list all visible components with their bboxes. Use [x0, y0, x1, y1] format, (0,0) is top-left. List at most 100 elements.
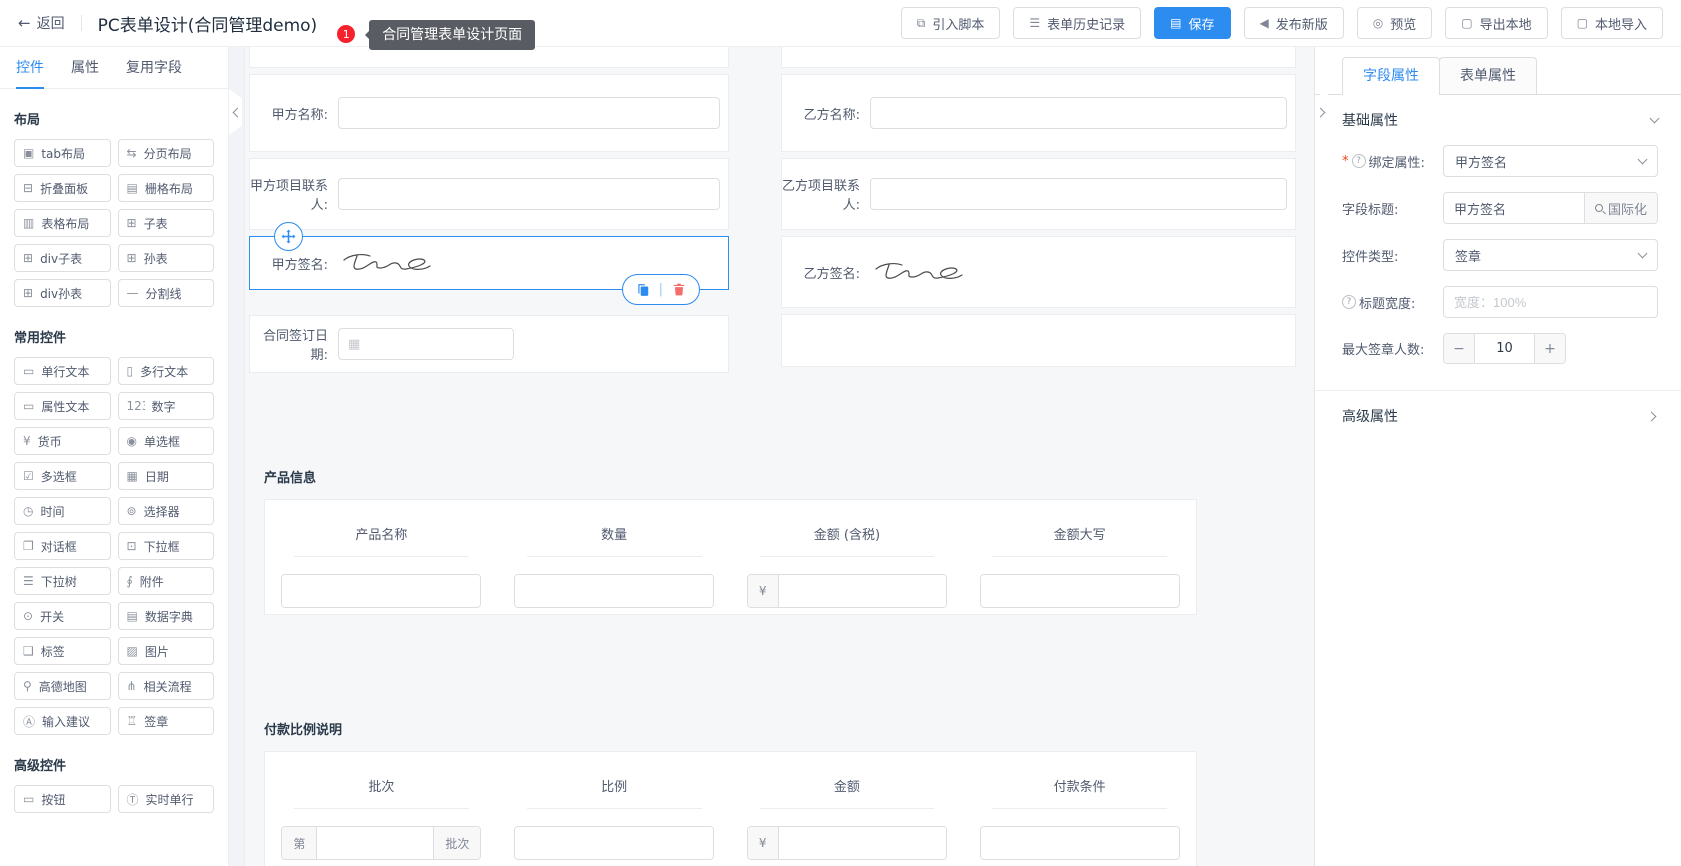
collapse-sidebar-handle[interactable] — [229, 89, 242, 135]
control-item[interactable]: ◉ 单选框 — [117, 427, 214, 455]
control-item[interactable]: ▭ 按钮 — [14, 785, 111, 813]
control-item[interactable]: ⊞ 子表 — [117, 209, 214, 237]
cell-input[interactable] — [979, 826, 1180, 860]
sidebar-tab[interactable]: 控件 — [16, 47, 44, 89]
currency-input[interactable]: ¥ — [746, 574, 947, 608]
control-item[interactable]: ⊞ 孙表 — [117, 244, 214, 272]
control-item[interactable]: ⋔ 相关流程 — [117, 672, 214, 700]
i18n-button[interactable]: 国际化 — [1583, 193, 1657, 223]
move-handle-icon[interactable] — [274, 222, 303, 251]
import-local-icon: ▢ — [1576, 16, 1588, 30]
design-canvas[interactable]: 甲方名称: 甲方项目联系人: 甲方签名: | 合同签订日期: ▦ 乙方名称: 乙… — [229, 47, 1314, 866]
control-item[interactable]: ⊚ 选择器 — [117, 497, 214, 525]
form-row[interactable]: 乙方签名: — [781, 236, 1296, 308]
control-item[interactable]: ▭ 属性文本 — [14, 392, 111, 420]
header-action-button[interactable]: ▤ 保存 — [1154, 7, 1231, 39]
inspector-tab[interactable]: 表单属性 — [1439, 57, 1537, 94]
text-input[interactable] — [778, 575, 946, 607]
form-row[interactable]: 合同签订日期: ▦ — [249, 315, 729, 373]
header-action-button[interactable]: ☰ 表单历史记录 — [1013, 7, 1142, 39]
advanced-props-header[interactable]: 高级属性 — [1342, 391, 1658, 441]
control-item[interactable]: ◷ 时间 — [14, 497, 111, 525]
currency-input[interactable]: ¥ — [746, 826, 947, 860]
text-input[interactable] — [870, 178, 1287, 210]
control-item[interactable]: ▭ 单行文本 — [14, 357, 111, 385]
subtable-panel[interactable]: 产品名称 数量 金额 (含税) ¥ 金额大写 — [264, 499, 1197, 615]
control-item[interactable]: 123 数字 — [117, 392, 214, 420]
form-row-empty[interactable] — [781, 314, 1296, 367]
text-input[interactable] — [870, 97, 1287, 129]
control-item[interactable]: ▤ 数据字典 — [117, 602, 214, 630]
control-item[interactable]: Ⓐ 输入建议 — [14, 707, 111, 735]
text-input[interactable] — [338, 97, 720, 129]
header-action-button[interactable]: ⧉ 引入脚本 — [900, 7, 1001, 39]
header-action-button[interactable]: ◎ 预览 — [1356, 7, 1433, 39]
text-input[interactable] — [282, 575, 481, 607]
form-row[interactable]: 甲方项目联系人: — [249, 158, 729, 230]
control-type-select[interactable]: 签章 — [1443, 239, 1658, 271]
basic-props-header[interactable]: 基础属性 — [1342, 95, 1660, 145]
copy-icon[interactable] — [636, 283, 650, 297]
sidebar-tab[interactable]: 属性 — [71, 47, 99, 89]
form-row-selected[interactable]: 甲方签名: | — [249, 222, 729, 305]
control-item[interactable]: ▯ 多行文本 — [117, 357, 214, 385]
control-item[interactable]: ⊡ 下拉框 — [117, 532, 214, 560]
batch-input[interactable]: 第 批次 — [281, 826, 482, 860]
control-item[interactable]: ☰ 下拉树 — [14, 567, 111, 595]
text-input[interactable] — [980, 575, 1179, 607]
control-item[interactable]: ▣ tab布局 — [14, 139, 111, 167]
sidebar-scroll[interactable]: 布局 ▣ tab布局 ⇆ 分页布局 ⊟ 折叠面板 ▤ 栅格布局 ▥ 表格布局 ⊞… — [0, 89, 228, 866]
control-item[interactable]: ⊞ div孙表 — [14, 279, 111, 307]
control-item[interactable]: ∮ 附件 — [117, 567, 214, 595]
text-input[interactable] — [980, 827, 1179, 859]
control-item[interactable]: ❑ 标签 — [14, 637, 111, 665]
stepper-plus-button[interactable]: + — [1534, 334, 1565, 363]
title-width-input[interactable] — [1443, 286, 1658, 318]
back-button[interactable]: ← 返回 — [18, 13, 65, 33]
divider-line-icon: — — [126, 286, 139, 300]
inspector-tab[interactable]: 字段属性 — [1342, 57, 1440, 95]
form-row-clipped[interactable] — [249, 47, 729, 68]
cell-input[interactable] — [979, 574, 1180, 608]
control-item[interactable]: ¥ 货币 — [14, 427, 111, 455]
form-row-clipped[interactable] — [781, 47, 1296, 68]
subtable-panel[interactable]: 批次 第 批次 比例 金额 ¥ 付款条件 — [264, 751, 1197, 866]
text-input[interactable] — [515, 827, 714, 859]
bind-attribute-select[interactable]: 甲方签名 — [1443, 145, 1658, 177]
text-input[interactable] — [778, 827, 946, 859]
control-label: 表格布局 — [41, 216, 90, 231]
header-action-button[interactable]: ▢ 导出本地 — [1445, 7, 1548, 39]
control-item[interactable]: ▦ 日期 — [117, 462, 214, 490]
header-action-button[interactable]: ◀ 发布新版 — [1243, 7, 1344, 39]
delete-icon[interactable] — [672, 282, 686, 297]
control-item[interactable]: ⚲ 高德地图 — [14, 672, 111, 700]
control-item[interactable]: ⊙ 开关 — [14, 602, 111, 630]
sidebar-tab[interactable]: 复用字段 — [126, 47, 182, 89]
control-item[interactable]: ▥ 表格布局 — [14, 209, 111, 237]
control-item[interactable]: ⊟ 折叠面板 — [14, 174, 111, 202]
chevron-left-icon — [232, 107, 242, 117]
text-input[interactable] — [338, 178, 720, 210]
control-item[interactable]: ❐ 对话框 — [14, 532, 111, 560]
control-item[interactable]: — 分割线 — [117, 279, 214, 307]
control-item[interactable]: ☑ 多选框 — [14, 462, 111, 490]
control-item[interactable]: ▤ 栅格布局 — [117, 174, 214, 202]
cell-input[interactable] — [281, 574, 482, 608]
stepper-minus-button[interactable]: − — [1444, 334, 1475, 363]
form-row[interactable]: 乙方名称: — [781, 74, 1296, 152]
header-action-button[interactable]: ▢ 本地导入 — [1560, 7, 1663, 39]
text-input[interactable] — [317, 827, 434, 859]
form-row[interactable]: 甲方名称: — [249, 74, 729, 152]
control-item[interactable]: Ⓣ 实时单行 — [117, 785, 214, 813]
control-item[interactable]: ▨ 图片 — [117, 637, 214, 665]
control-item[interactable]: ⇆ 分页布局 — [117, 139, 214, 167]
field-title-input[interactable] — [1444, 193, 1584, 223]
control-item[interactable]: ♖ 签章 — [117, 707, 214, 735]
cell-input[interactable] — [514, 826, 715, 860]
control-item[interactable]: ⊞ div子表 — [14, 244, 111, 272]
text-input[interactable] — [515, 575, 714, 607]
prop-label-text: 最大签章人数: — [1342, 343, 1425, 358]
date-input[interactable]: ▦ — [338, 328, 514, 360]
form-row[interactable]: 乙方项目联系人: — [781, 158, 1296, 230]
cell-input[interactable] — [514, 574, 715, 608]
